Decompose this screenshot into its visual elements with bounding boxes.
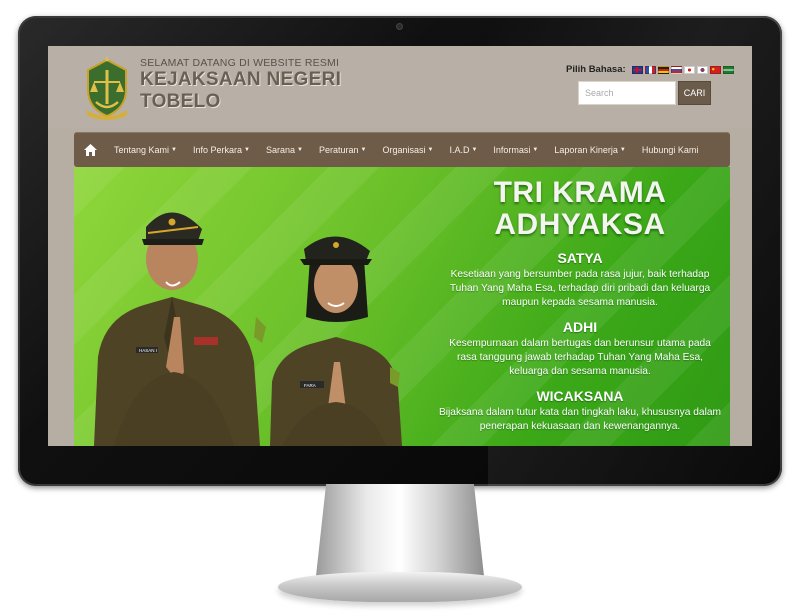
- nav-item-label: Organisasi: [382, 144, 426, 155]
- nav-item-info-perkara[interactable]: Info Perkara ▼: [185, 132, 258, 167]
- flag-cn-icon[interactable]: [709, 65, 721, 74]
- nav-item-label: Informasi: [493, 144, 531, 155]
- flag-uk-icon[interactable]: [631, 65, 643, 74]
- hero-banner[interactable]: HASAN I FARA TRI KRAMA ADHYAKSA SATYA Ke…: [74, 167, 730, 446]
- site-tagline: SELAMAT DATANG DI WEBSITE RESMI: [140, 57, 340, 69]
- caret-down-icon: ▼: [171, 146, 177, 153]
- nav-item-label: I.A.D: [449, 144, 470, 155]
- nav-item-peraturan[interactable]: Peraturan ▼: [311, 132, 374, 167]
- nav-item-sarana[interactable]: Sarana ▼: [258, 132, 311, 167]
- hero-title-line2: ADHYAKSA: [494, 208, 666, 241]
- site-name-line1: KEJAKSAAN NEGERI: [140, 69, 342, 90]
- virtue-desc-adhi: Kesempurnaan dalam bertugas dan berunsur…: [449, 338, 711, 377]
- name-badge-right: FARA: [304, 383, 316, 388]
- nav-item-label: Tentang Kami: [114, 144, 170, 155]
- hero-title-line1: TRI KRAMA: [493, 176, 667, 209]
- monitor-stand-neck: [316, 484, 484, 576]
- virtue-desc-satya: Kesetiaan yang bersumber pada rasa jujur…: [449, 269, 711, 308]
- name-badge-left: HASAN I: [139, 348, 157, 353]
- caret-down-icon: ▼: [619, 146, 626, 153]
- flag-fr-icon[interactable]: [644, 65, 656, 74]
- virtue-desc-wicaksana: Bijaksana dalam tutur kata dan tingkah l…: [438, 407, 722, 432]
- female-officer-figure: FARA: [270, 236, 402, 446]
- search-button[interactable]: CARI: [678, 81, 711, 105]
- hero-text: TRI KRAMA ADHYAKSA SATYA Kesetiaan yang …: [430, 177, 730, 434]
- hero-title: TRI KRAMA ADHYAKSA: [430, 177, 730, 241]
- caret-down-icon: ▼: [532, 146, 539, 153]
- caret-down-icon: ▼: [297, 146, 303, 153]
- monitor-stand-base: [278, 572, 522, 602]
- main-navbar: Tentang Kami ▼ Info Perkara ▼ Sarana ▼ Pera…: [74, 132, 730, 167]
- nav-item-label: Info Perkara: [193, 144, 243, 155]
- language-selector: Pilih Bahasa:: [566, 64, 734, 75]
- virtue-name-wicaksana: WICAKSANA: [536, 388, 624, 404]
- nav-item-laporan-kinerja[interactable]: Laporan Kinerja ▼: [546, 132, 634, 167]
- site-header: SELAMAT DATANG DI WEBSITE RESMI KEJAKSAA…: [48, 46, 752, 128]
- monitor-screen: SELAMAT DATANG DI WEBSITE RESMI KEJAKSAA…: [48, 46, 752, 446]
- kejaksaan-emblem-icon[interactable]: [80, 56, 134, 120]
- nav-item-organisasi[interactable]: Organisasi ▼: [374, 132, 441, 167]
- nav-home[interactable]: [74, 132, 106, 167]
- home-icon: [83, 143, 97, 156]
- virtue-name-satya: SATYA: [557, 250, 603, 266]
- webcam: [397, 24, 402, 29]
- language-label: Pilih Bahasa:: [566, 64, 626, 75]
- flag-kr-icon[interactable]: [696, 65, 708, 74]
- search-input[interactable]: [578, 81, 676, 105]
- caret-down-icon: ▼: [360, 146, 367, 153]
- nav-item-label: Peraturan: [318, 144, 359, 155]
- flag-jp-icon[interactable]: [683, 65, 695, 74]
- site-name[interactable]: KEJAKSAAN NEGERI TOBELO: [140, 69, 341, 113]
- prosecutors-photo: HASAN I FARA: [94, 212, 402, 446]
- nav-item-label: Hubungi Kami: [641, 144, 699, 155]
- flag-ru-icon[interactable]: [670, 65, 682, 74]
- nav-item-iad[interactable]: I.A.D ▼: [441, 132, 485, 167]
- caret-down-icon: ▼: [471, 146, 478, 153]
- caret-down-icon: ▼: [244, 146, 250, 153]
- virtue-name-adhi: ADHI: [562, 319, 598, 335]
- nav-item-label: Sarana: [265, 144, 296, 155]
- flag-sa-icon[interactable]: [722, 65, 734, 74]
- nav-item-tentang-kami[interactable]: Tentang Kami ▼: [106, 132, 185, 167]
- male-officer-figure: HASAN I: [94, 212, 266, 446]
- nav-item-hubungi-kami[interactable]: Hubungi Kami: [634, 132, 707, 167]
- caret-down-icon: ▼: [427, 146, 434, 153]
- nav-item-label: Laporan Kinerja: [554, 144, 618, 155]
- site-name-line2: TOBELO: [140, 91, 221, 112]
- flag-de-icon[interactable]: [657, 65, 669, 74]
- nav-item-informasi[interactable]: Informasi ▼: [485, 132, 546, 167]
